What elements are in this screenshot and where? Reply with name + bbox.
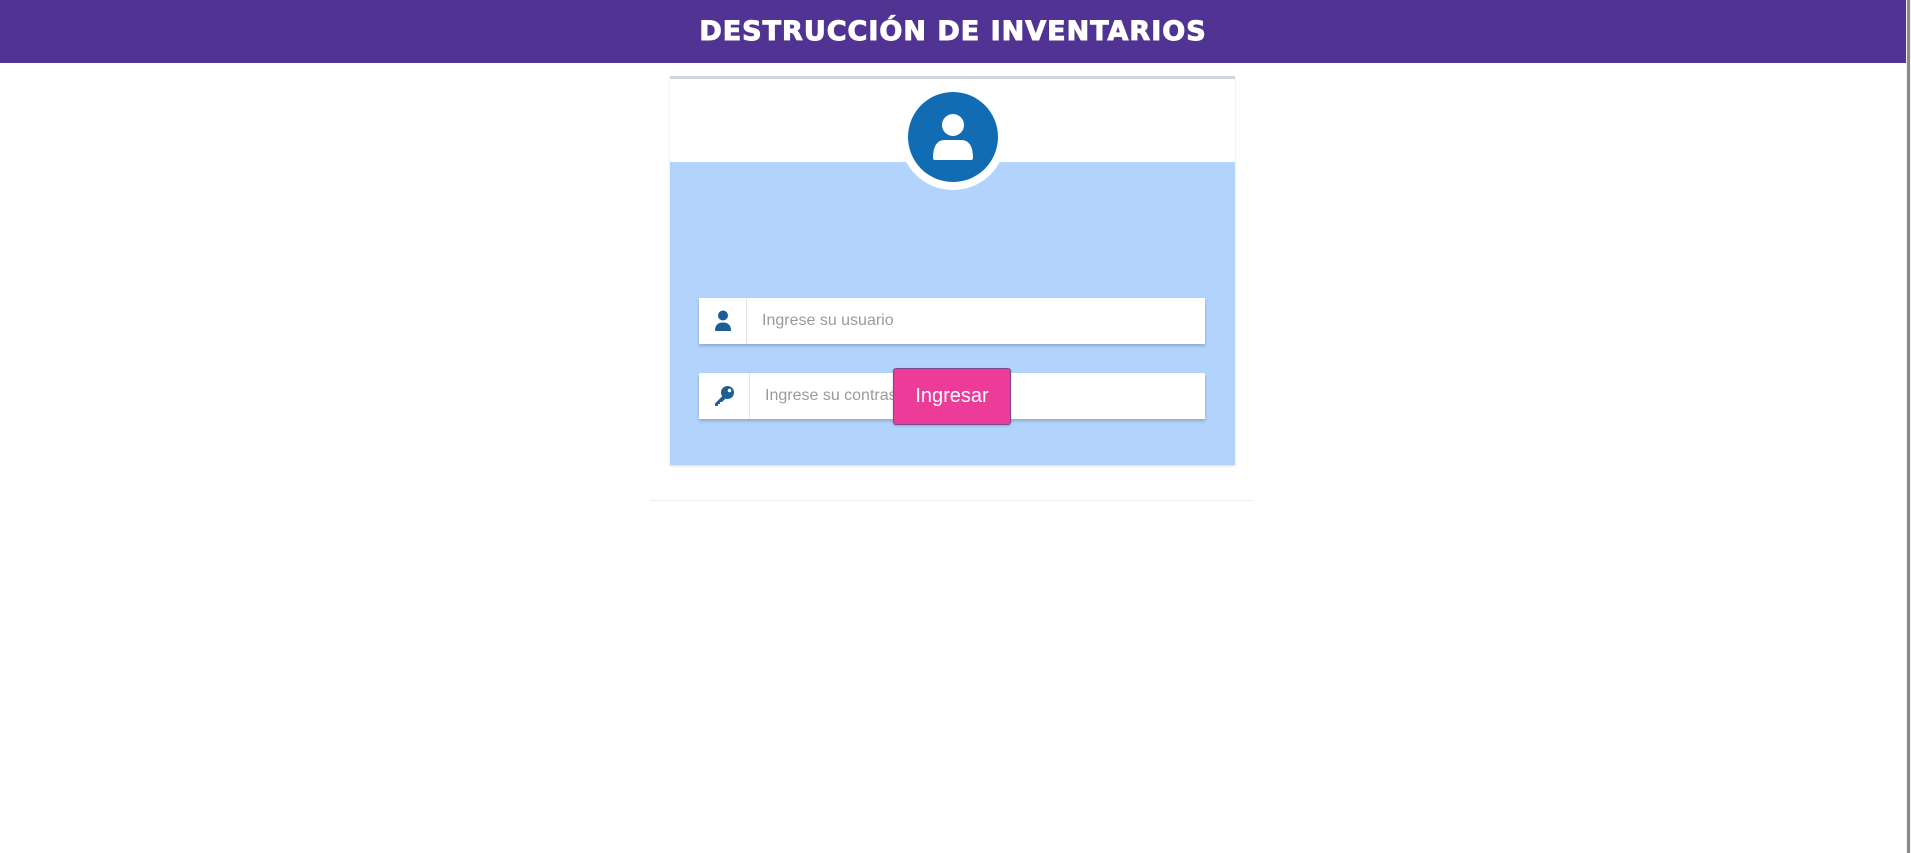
user-icon — [699, 298, 747, 344]
user-circle-icon — [908, 92, 998, 182]
login-button[interactable]: Ingresar — [893, 368, 1011, 425]
vertical-scrollbar[interactable] — [1906, 0, 1911, 853]
username-input-group — [699, 298, 1205, 344]
divider — [650, 500, 1253, 501]
app-header: DESTRUCCIÓN DE INVENTARIOS — [0, 0, 1906, 63]
login-form: Ingresar — [670, 162, 1235, 465]
login-card: Ingresar — [670, 76, 1235, 465]
avatar — [900, 84, 1006, 190]
login-page: DESTRUCCIÓN DE INVENTARIOS Ingrese su us… — [0, 0, 1911, 853]
scrollbar-thumb[interactable] — [1907, 0, 1910, 853]
key-icon — [699, 373, 750, 419]
username-input[interactable] — [747, 298, 1205, 344]
page-title: DESTRUCCIÓN DE INVENTARIOS — [699, 16, 1207, 48]
